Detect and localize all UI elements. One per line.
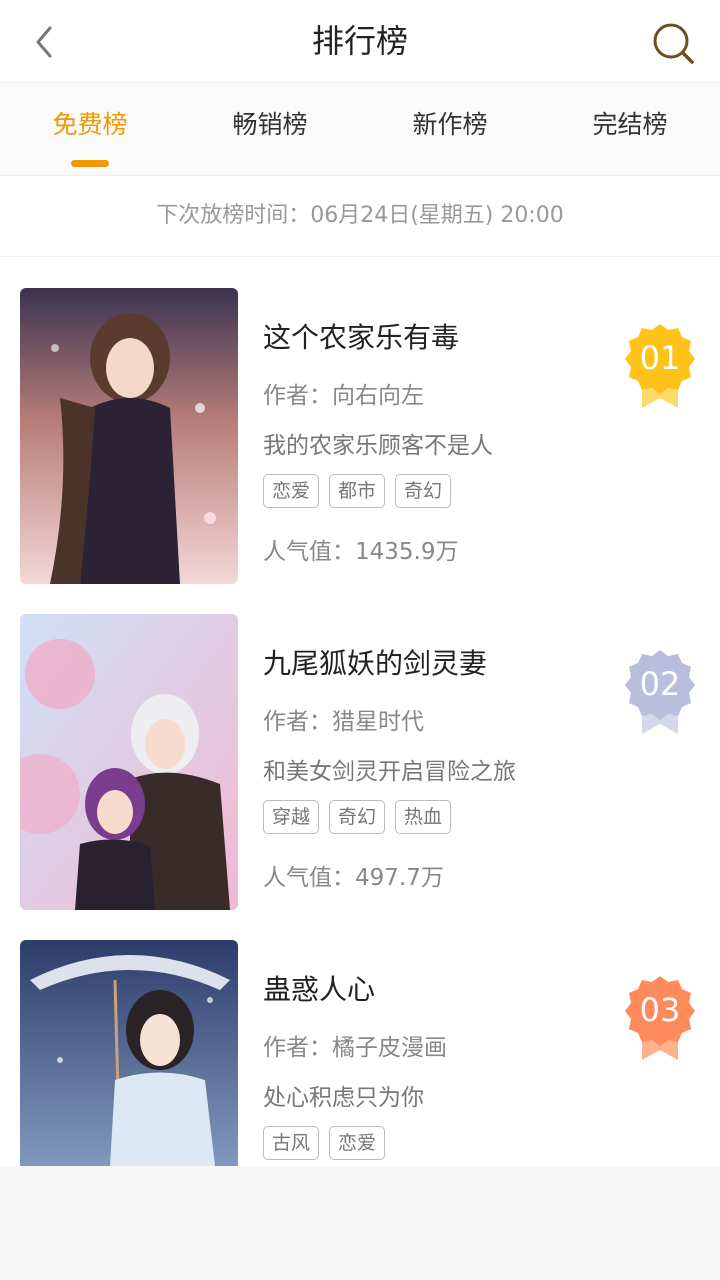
genre-tag[interactable]: 穿越: [263, 800, 320, 834]
book-description: 我的农家乐顾客不是人: [263, 433, 493, 459]
book-cover-image[interactable]: [20, 614, 238, 910]
rank-number: 02: [640, 665, 681, 703]
rank-badge-icon: 03: [625, 976, 695, 1060]
popularity-value: 人气值：497.7万: [263, 865, 444, 891]
tab-label: 畅销榜: [232, 110, 308, 139]
active-tab-indicator: [71, 160, 109, 167]
book-author: 作者：猎星时代: [263, 709, 424, 735]
book-title: 蛊惑人心: [263, 973, 376, 1006]
tab-completed[interactable]: 完结榜: [540, 83, 720, 175]
book-title: 九尾狐妖的剑灵妻: [263, 647, 488, 680]
bottom-overlay: [0, 1166, 720, 1280]
genre-tag[interactable]: 奇幻: [329, 800, 386, 834]
genre-tag[interactable]: 热血: [395, 800, 452, 834]
popularity-value: 人气值：1435.9万: [263, 539, 459, 565]
tag-list: 穿越 奇幻 热血: [263, 800, 452, 834]
tab-new[interactable]: 新作榜: [360, 83, 540, 175]
rank-number: 03: [640, 991, 681, 1029]
page-title: 排行榜: [311, 22, 408, 60]
tag-list: 恋爱 都市 奇幻: [263, 474, 452, 508]
rank-badge-icon: 02: [625, 650, 695, 734]
search-icon[interactable]: [650, 20, 696, 66]
book-author: 作者：橘子皮漫画: [263, 1035, 447, 1061]
tag-list: 古风 恋爱: [263, 1126, 386, 1160]
genre-tag[interactable]: 恋爱: [263, 474, 320, 508]
genre-tag[interactable]: 奇幻: [395, 474, 452, 508]
rank-badge-icon: 01: [625, 324, 695, 408]
rank-number: 01: [640, 339, 681, 377]
genre-tag[interactable]: 都市: [329, 474, 386, 508]
book-title: 这个农家乐有毒: [263, 321, 460, 354]
ranking-tabs: 免费榜 畅销榜 新作榜 完结榜: [0, 83, 720, 176]
ranking-item[interactable]: 这个农家乐有毒 作者：向右向左 我的农家乐顾客不是人 恋爱 都市 奇幻 人气值：…: [0, 288, 720, 588]
tab-bestselling[interactable]: 畅销榜: [180, 83, 360, 175]
tab-label: 完结榜: [592, 110, 668, 139]
tab-label: 新作榜: [412, 110, 488, 139]
book-description: 和美女剑灵开启冒险之旅: [263, 759, 516, 785]
tab-label: 免费榜: [52, 110, 128, 139]
book-description: 处心积虑只为你: [263, 1085, 424, 1111]
top-bar: 排行榜: [0, 0, 720, 83]
next-ranking-time: 下次放榜时间：06月24日(星期五) 20:00: [0, 176, 720, 257]
genre-tag[interactable]: 恋爱: [329, 1126, 386, 1160]
book-cover-image[interactable]: [20, 288, 238, 584]
ranking-item[interactable]: 九尾狐妖的剑灵妻 作者：猎星时代 和美女剑灵开启冒险之旅 穿越 奇幻 热血 人气…: [0, 614, 720, 914]
genre-tag[interactable]: 古风: [263, 1126, 320, 1160]
book-author: 作者：向右向左: [263, 383, 424, 409]
tab-free[interactable]: 免费榜: [0, 83, 180, 175]
